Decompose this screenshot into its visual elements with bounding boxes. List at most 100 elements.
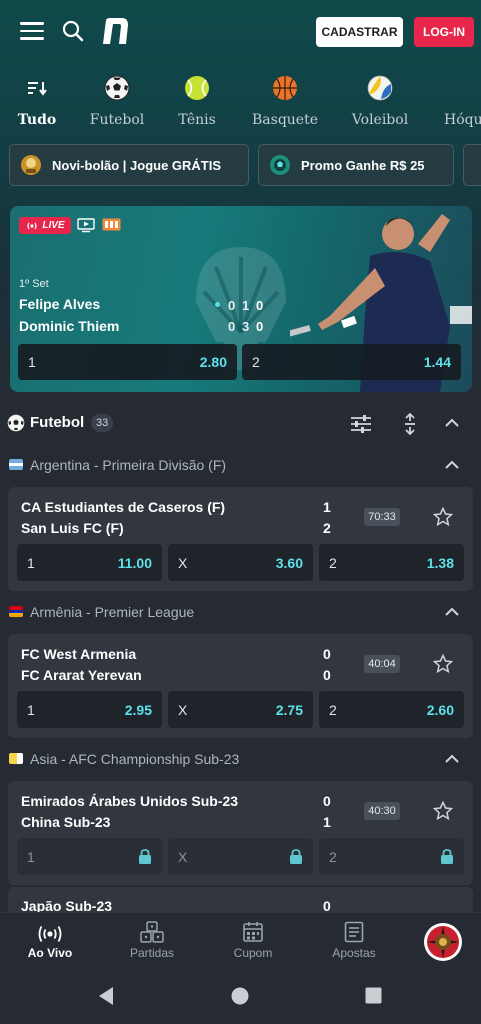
nav-cupom[interactable]: Cupom <box>208 913 298 960</box>
chevron-up-icon[interactable] <box>445 607 459 617</box>
nav-partidas[interactable]: Partidas <box>107 913 197 960</box>
player2-games: 0 <box>228 319 236 334</box>
novibet-logo[interactable] <box>100 16 132 46</box>
section-header-futebol: Futebol 33 <box>0 404 481 444</box>
player1-name: Felipe Alves <box>19 296 101 312</box>
odd-button-home[interactable]: 1 11.00 <box>17 544 162 581</box>
roulette-casino-icon[interactable] <box>423 922 463 962</box>
favorite-star-icon[interactable] <box>433 801 453 821</box>
match-card[interactable]: FC West Armenia FC Ararat Yerevan 0 0 40… <box>8 634 473 738</box>
odd-selection: 1 <box>28 354 36 370</box>
odd-selection: 2 <box>329 848 337 865</box>
live-odd-button-2[interactable]: 2 1.44 <box>242 344 461 380</box>
league-name: Armênia - Premier League <box>30 604 195 620</box>
league-header-asia[interactable]: Asia - AFC Championship Sub-23 <box>0 742 481 778</box>
chevron-up-icon[interactable] <box>445 418 459 428</box>
odd-selection: X <box>178 554 188 571</box>
player1-games: 0 <box>228 298 236 313</box>
expand-collapse-icon[interactable] <box>403 413 417 435</box>
tab-tenis[interactable]: Tênis <box>174 70 220 128</box>
league-header-argentina[interactable]: Argentina - Primeira Divisão (F) <box>0 448 481 484</box>
away-score: 0 <box>323 667 331 683</box>
odd-button-away[interactable]: 2 2.60 <box>319 691 464 728</box>
odd-button-away[interactable]: 2 1.38 <box>319 544 464 581</box>
soccer-ball-icon <box>7 414 25 432</box>
lock-icon <box>290 849 302 864</box>
odd-selection: X <box>178 701 188 718</box>
odd-selection: 1 <box>27 848 35 865</box>
tab-label: Voleibol <box>351 112 409 128</box>
search-icon[interactable] <box>62 20 84 42</box>
soccer-ball-icon <box>270 155 290 175</box>
live-broadcast-icon <box>38 926 62 942</box>
sports-tabs: Tudo Futebol Tênis Basquete Voleibol Hóq… <box>0 70 481 140</box>
scoreboard-icon[interactable] <box>102 218 121 231</box>
odd-selection: 2 <box>329 554 337 571</box>
player1-set: 0 <box>256 298 264 313</box>
tab-label: Futebol <box>89 112 145 128</box>
list-bets-icon <box>344 921 364 943</box>
tab-futebol[interactable]: Futebol <box>88 70 146 128</box>
recents-square-icon[interactable] <box>365 987 382 1004</box>
chevron-up-icon[interactable] <box>445 754 459 764</box>
tab-tudo[interactable]: Tudo <box>14 70 60 128</box>
promo-ganhe[interactable]: Promo Ganhe R$ 25 <box>258 144 454 186</box>
chevron-up-icon[interactable] <box>445 460 459 470</box>
away-team: San Luis FC (F) <box>21 520 124 536</box>
odd-value: 1.44 <box>423 354 451 370</box>
basketball-icon <box>273 76 297 100</box>
tab-hoquei[interactable]: Hóqu <box>444 70 481 128</box>
odd-selection: 2 <box>329 701 337 718</box>
player2-set: 0 <box>256 319 264 334</box>
odd-button-draw[interactable]: X 3.60 <box>168 544 313 581</box>
tab-voleibol[interactable]: Voleibol <box>350 70 410 128</box>
odd-button-home[interactable]: 1 2.95 <box>17 691 162 728</box>
odd-button-draw[interactable]: X 2.75 <box>168 691 313 728</box>
hamburger-menu-icon[interactable] <box>20 22 44 40</box>
system-navigation-bar <box>0 968 481 1024</box>
argentina-flag-icon <box>9 459 23 470</box>
promo-label: Novi-bolão | Jogue GRÁTIS <box>52 157 222 173</box>
tab-basquete[interactable]: Basquete <box>252 70 318 128</box>
match-card[interactable]: Emirados Árabes Unidos Sub-23 China Sub-… <box>8 781 473 885</box>
volleyball-icon <box>367 75 393 101</box>
home-circle-icon[interactable] <box>231 987 249 1005</box>
login-button[interactable]: LOG-IN <box>414 17 474 47</box>
match-time: 40:04 <box>364 655 400 673</box>
odd-value: 2.60 <box>426 701 454 718</box>
odd-value: 3.60 <box>275 554 303 571</box>
odd-selection: X <box>178 848 188 865</box>
favorite-star-icon[interactable] <box>433 654 453 674</box>
dice-icon <box>140 921 164 943</box>
back-triangle-icon[interactable] <box>97 986 115 1006</box>
soccer-ball-icon <box>104 75 130 101</box>
home-score: 1 <box>323 499 331 515</box>
home-team: FC West Armenia <box>21 646 137 662</box>
promo-novi-bolao[interactable]: Novi-bolão | Jogue GRÁTIS <box>9 144 249 186</box>
league-header-armenia[interactable]: Armênia - Premier League <box>0 595 481 631</box>
signup-button[interactable]: CADASTRAR <box>316 17 403 47</box>
top-bar: CADASTRAR LOG-IN <box>0 0 481 64</box>
live-video-icon[interactable] <box>77 218 95 233</box>
match-card[interactable]: CA Estudiantes de Caseros (F) San Luis F… <box>8 487 473 591</box>
section-title: Futebol <box>30 414 85 431</box>
live-odd-button-1[interactable]: 1 2.80 <box>18 344 237 380</box>
promo-label: Promo Ganhe R$ 25 <box>301 157 425 173</box>
odd-button-home-locked: 1 <box>17 838 162 875</box>
filter-sliders-icon[interactable] <box>350 414 372 434</box>
away-score: 2 <box>323 520 331 536</box>
nav-ao-vivo[interactable]: Ao Vivo <box>5 913 95 960</box>
promo-next[interactable] <box>463 144 481 186</box>
home-score: 0 <box>323 793 331 809</box>
nav-apostas[interactable]: Apostas <box>309 913 399 960</box>
nav-label: Partidas <box>129 946 175 960</box>
away-score: 1 <box>323 814 331 830</box>
player2-points: 3 <box>242 319 250 334</box>
player1-points: 1 <box>242 298 250 313</box>
live-broadcast-icon <box>27 222 37 229</box>
sort-icon <box>28 82 47 96</box>
tab-label: Tênis <box>178 112 216 128</box>
favorite-star-icon[interactable] <box>433 507 453 527</box>
live-badge-label: LIVE <box>42 220 65 231</box>
live-match-card[interactable]: LIVE 1º Set Felipe Alves Dominic Thiem 0… <box>10 206 472 392</box>
